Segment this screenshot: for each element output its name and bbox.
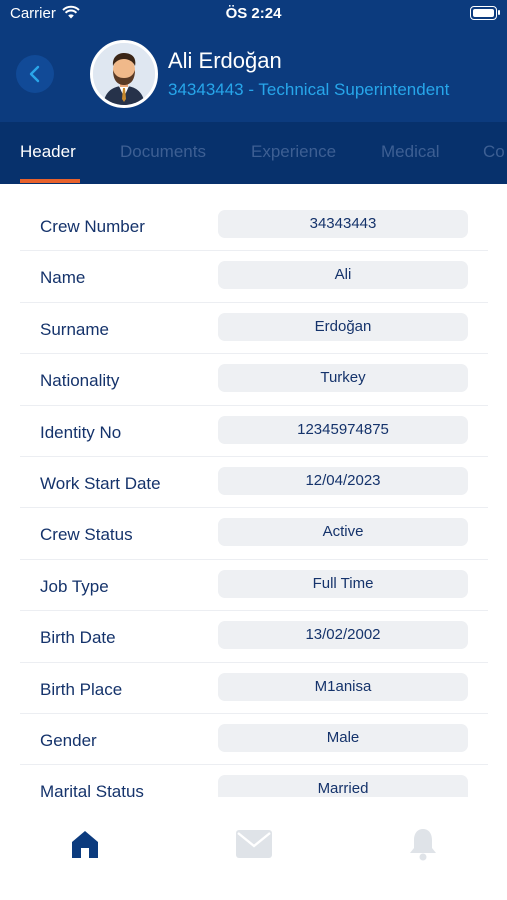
field-row-work-start-date: Work Start Date 12/04/2023 <box>20 457 488 509</box>
tab-header[interactable]: Header <box>20 142 76 162</box>
field-label: Birth Place <box>40 679 123 699</box>
active-tab-indicator <box>20 179 80 183</box>
nav-mail-button[interactable] <box>234 824 274 864</box>
field-row-crew-number: Crew Number 34343443 <box>20 200 488 252</box>
avatar <box>90 40 158 108</box>
chevron-left-icon <box>29 65 40 83</box>
mail-icon <box>236 830 272 858</box>
field-label: Identity No <box>40 422 122 442</box>
nav-home-button[interactable] <box>65 824 105 864</box>
field-row-nationality: Nationality Turkey <box>20 354 488 406</box>
field-label: Surname <box>40 319 109 339</box>
field-label: Birth Date <box>40 628 116 648</box>
tab-medical[interactable]: Medical <box>381 142 440 162</box>
field-value: Turkey <box>218 364 468 393</box>
field-row-gender: Gender Male <box>20 714 488 766</box>
tab-documents[interactable]: Documents <box>120 142 206 162</box>
tab-bar: Header Documents Experience Medical Co <box>0 122 507 184</box>
field-value: 12345974875 <box>218 415 468 444</box>
field-label: Work Start Date <box>40 473 161 493</box>
field-label: Gender <box>40 730 97 750</box>
profile-header: Carrier ÖS 2:24 Ali Erdoğan 34343443 - T… <box>0 0 507 184</box>
status-bar: Carrier ÖS 2:24 <box>0 0 507 28</box>
field-label: Nationality <box>40 371 120 391</box>
field-row-birth-place: Birth Place M1anisa <box>20 663 488 714</box>
field-value: Male <box>218 723 468 752</box>
field-value: M1anisa <box>218 672 468 701</box>
field-row-crew-status: Crew Status Active <box>20 508 488 560</box>
field-label: Name <box>40 268 86 288</box>
field-label: Marital Status <box>40 782 144 797</box>
status-time: ÖS 2:24 <box>225 5 282 22</box>
field-row-identity-no: Identity No 12345974875 <box>20 406 488 457</box>
battery-icon <box>470 6 500 20</box>
field-row-birth-date: Birth Date 13/02/2002 <box>20 611 488 663</box>
field-value: Active <box>218 518 468 547</box>
field-value: Ali <box>218 261 468 290</box>
field-value: Full Time <box>218 569 468 598</box>
person-avatar-icon <box>93 43 155 105</box>
bottom-nav <box>0 797 507 900</box>
back-button[interactable] <box>16 55 54 93</box>
profile-name: Ali Erdoğan <box>168 48 282 73</box>
field-value: 13/02/2002 <box>218 621 468 650</box>
tab-experience[interactable]: Experience <box>251 142 336 162</box>
field-row-name: Name Ali <box>20 251 488 303</box>
home-icon <box>72 831 98 858</box>
profile-subtitle: 34343443 - Technical Superintendent <box>168 80 450 99</box>
bell-icon <box>410 829 436 861</box>
nav-notifications-button[interactable] <box>403 824 443 864</box>
tab-co[interactable]: Co <box>483 142 505 162</box>
field-value: Erdoğan <box>218 312 468 341</box>
crew-details-list[interactable]: Crew Number 34343443 Name Ali Surname Er… <box>20 200 488 797</box>
field-row-job-type: Job Type Full Time <box>20 560 488 612</box>
field-label: Crew Status <box>40 525 133 545</box>
field-label: Job Type <box>40 576 109 596</box>
field-row-surname: Surname Erdoğan <box>20 303 488 355</box>
field-value: Married <box>218 775 468 797</box>
field-label: Crew Number <box>40 217 145 236</box>
field-row-marital-status: Marital Status Married <box>20 765 488 797</box>
field-value: 12/04/2023 <box>218 466 468 495</box>
field-value: 34343443 <box>218 210 468 238</box>
